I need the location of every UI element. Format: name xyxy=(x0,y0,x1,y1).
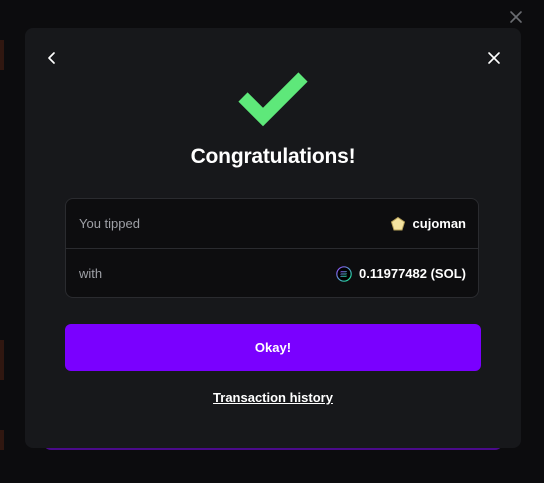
background-strip xyxy=(0,340,4,380)
modal-title: Congratulations! xyxy=(190,145,356,168)
recipient-value: cujoman xyxy=(390,199,466,248)
background-strip xyxy=(0,430,4,450)
tipped-label: You tipped xyxy=(79,216,140,231)
solana-icon xyxy=(336,265,353,282)
okay-button[interactable]: Okay! xyxy=(65,324,481,371)
tip-success-modal: Congratulations! You tipped cujoman with xyxy=(25,28,521,448)
amount-text: 0.11977482 (SOL) xyxy=(359,266,466,281)
background-strip xyxy=(0,40,4,70)
transaction-history-link[interactable]: Transaction history xyxy=(25,390,521,405)
chevron-left-icon[interactable] xyxy=(42,48,62,68)
amount-value: 0.11977482 (SOL) xyxy=(336,249,466,298)
tipped-row: You tipped cujoman xyxy=(66,199,478,249)
close-icon[interactable] xyxy=(484,48,504,68)
recipient-name: cujoman xyxy=(412,216,466,231)
pentagon-badge-icon xyxy=(390,216,406,232)
with-label: with xyxy=(79,266,103,281)
outer-close-icon[interactable] xyxy=(507,8,525,26)
currency-row: with 0.11977482 (SOL) xyxy=(66,249,478,298)
tip-details-card: You tipped cujoman with 0.11977482 (SOL) xyxy=(65,198,479,298)
checkmark-icon xyxy=(235,67,311,127)
